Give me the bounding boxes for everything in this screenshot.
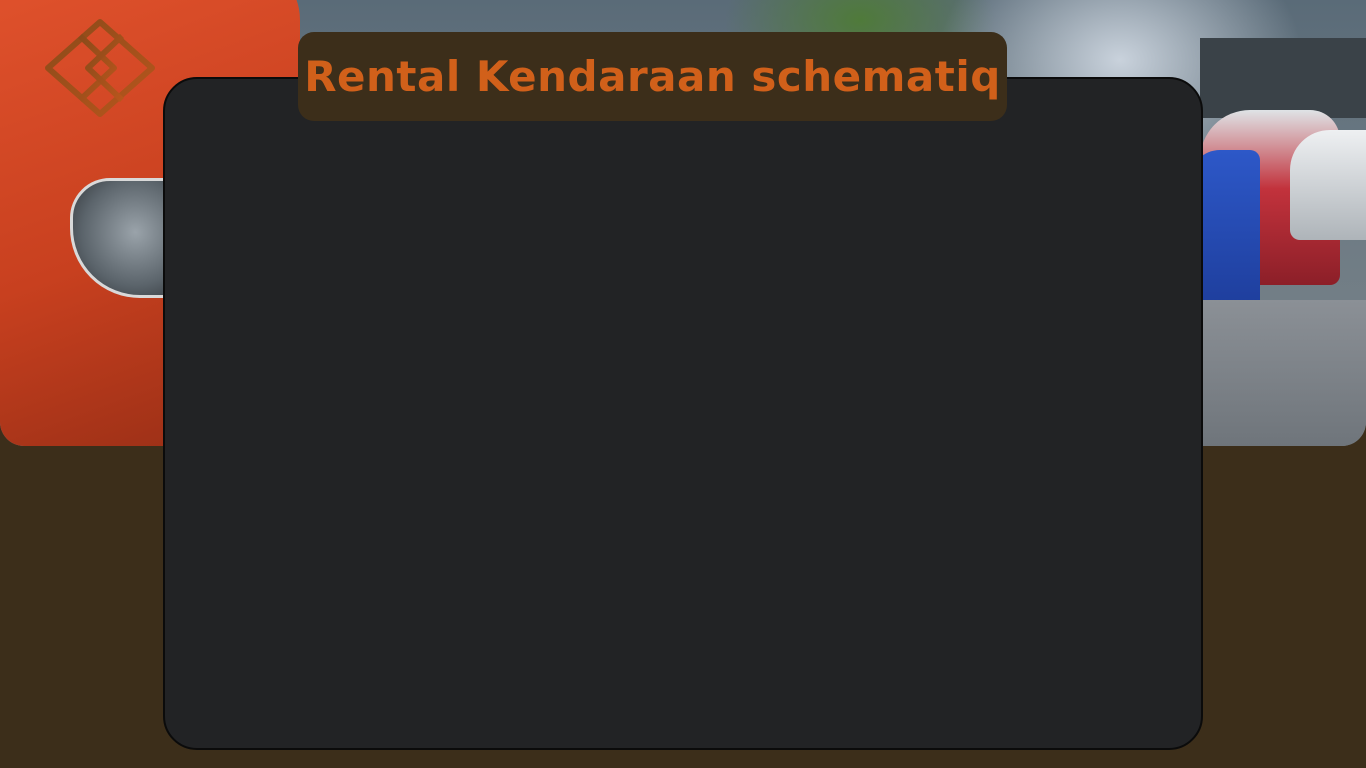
hero-building-shape xyxy=(1200,38,1366,118)
page-title: Rental Kendaraan schematiq xyxy=(304,52,1001,101)
title-banner: Rental Kendaraan schematiq xyxy=(298,32,1007,121)
main-content-panel xyxy=(163,77,1203,750)
logo-icon xyxy=(42,16,162,120)
hero-car-silver-shape xyxy=(1290,130,1366,240)
hero-ground-shape xyxy=(1200,300,1366,446)
